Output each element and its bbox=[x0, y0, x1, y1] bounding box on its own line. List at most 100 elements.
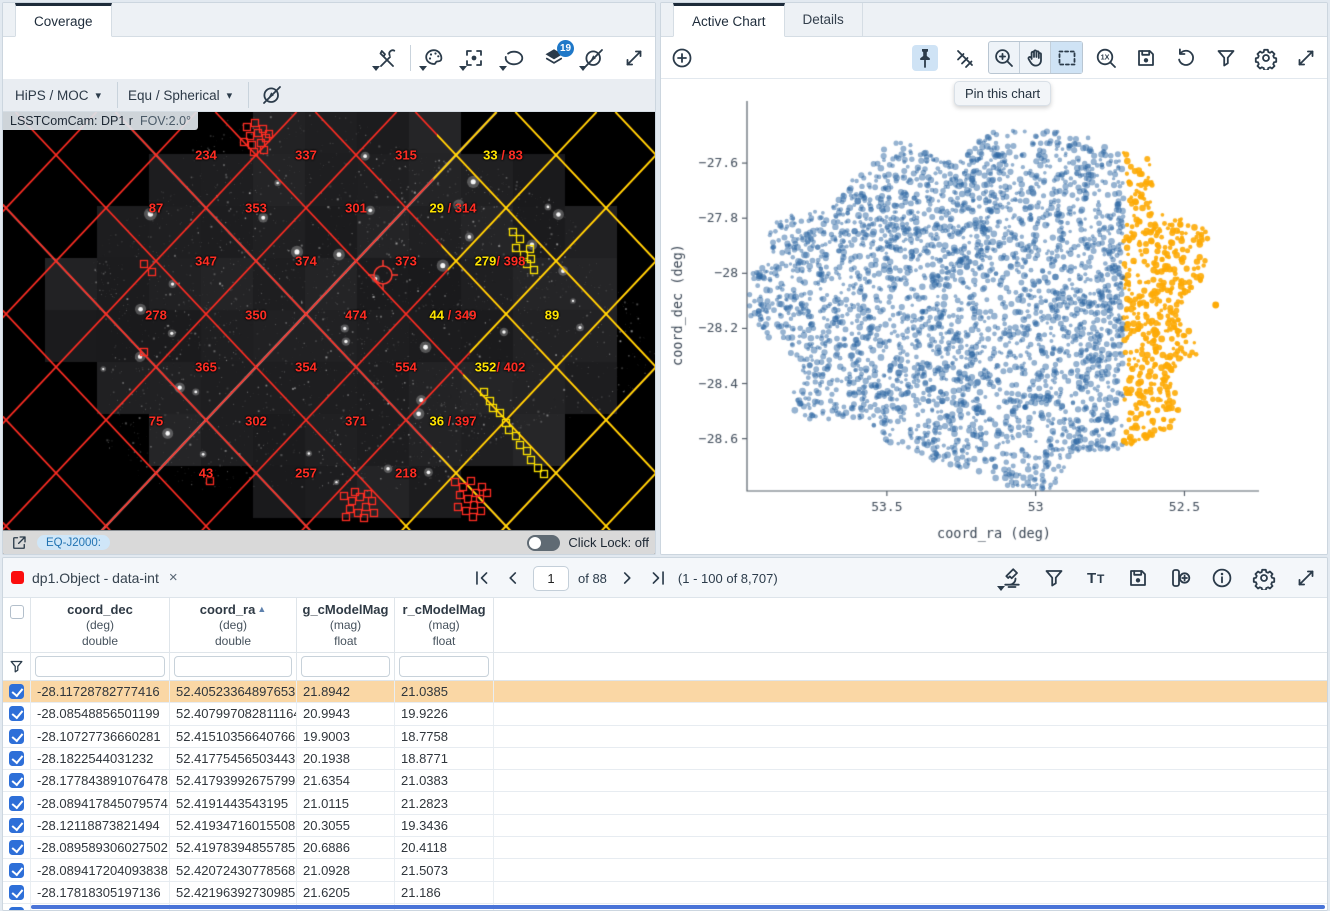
divider bbox=[410, 45, 411, 71]
cell-coord_dec: -28.08548856501199 bbox=[31, 703, 170, 724]
prev-page-icon[interactable] bbox=[502, 567, 524, 589]
column-header-g_cModelMag[interactable]: g_cModelMag(mag)float bbox=[297, 598, 395, 652]
chart-area[interactable] bbox=[661, 79, 1327, 554]
grid-off-icon[interactable] bbox=[259, 82, 285, 108]
page-count-label: of 88 bbox=[578, 571, 607, 586]
next-page-icon[interactable] bbox=[616, 567, 638, 589]
row-checkbox[interactable] bbox=[9, 751, 24, 766]
tab-active-chart[interactable]: Active Chart bbox=[673, 3, 785, 37]
cell-r_cModelMag: 18.7758 bbox=[395, 726, 494, 747]
add-column-icon[interactable] bbox=[1167, 565, 1193, 591]
pin-chart-icon[interactable] bbox=[912, 45, 938, 71]
cell-r_cModelMag: 21.0383 bbox=[395, 770, 494, 791]
cell-r_cModelMag: 20.4118 bbox=[395, 837, 494, 858]
row-checkbox[interactable] bbox=[9, 684, 24, 699]
row-checkbox[interactable] bbox=[9, 818, 24, 833]
filter-table-icon[interactable] bbox=[1041, 565, 1067, 591]
table-row[interactable]: -28.1781830519713652.4219639273098521.62… bbox=[3, 882, 1327, 904]
table-row[interactable]: -28.1172878277741652.4052336489765321.89… bbox=[3, 681, 1327, 703]
cell-coord_ra: 52.41934716015508 bbox=[170, 815, 297, 836]
filter-input-r_cModelMag[interactable] bbox=[399, 656, 489, 677]
save-table-icon[interactable] bbox=[1125, 565, 1151, 591]
filter-input-coord_ra[interactable] bbox=[174, 656, 292, 677]
table-hscrollbar[interactable] bbox=[31, 905, 1325, 909]
cell-r_cModelMag: 21.2823 bbox=[395, 792, 494, 813]
page-input[interactable] bbox=[533, 566, 569, 591]
close-table-icon[interactable]: × bbox=[169, 569, 178, 586]
row-checkbox[interactable] bbox=[9, 840, 24, 855]
cell-g_cModelMag: 20.1938 bbox=[297, 748, 395, 769]
last-page-icon[interactable] bbox=[647, 567, 669, 589]
filter-chart-icon[interactable] bbox=[1213, 45, 1239, 71]
column-header-coord_ra[interactable]: coord_ra▲(deg)double bbox=[170, 598, 297, 652]
sky-canvas[interactable] bbox=[3, 112, 655, 532]
table-row[interactable]: -28.182254403123252.41775456503443620.19… bbox=[3, 748, 1327, 770]
table-row[interactable]: -28.08941720409383852.4207243077856821.0… bbox=[3, 859, 1327, 881]
row-checkbox[interactable] bbox=[9, 796, 24, 811]
table-row[interactable]: -28.1211887382149452.4193471601550820.30… bbox=[3, 815, 1327, 837]
text-view-icon[interactable]: TT bbox=[1083, 565, 1109, 591]
table-panel: dp1.Object - data-int × of 88 (1 - 100 o… bbox=[2, 557, 1328, 911]
add-chart-icon[interactable] bbox=[669, 45, 695, 71]
column-header-coord_dec[interactable]: coord_dec(deg)double bbox=[31, 598, 170, 652]
chart-settings-icon[interactable] bbox=[1253, 45, 1279, 71]
chart-canvas[interactable] bbox=[661, 79, 1327, 554]
row-checkbox[interactable] bbox=[9, 907, 24, 910]
palette-icon[interactable] bbox=[421, 45, 447, 71]
row-checkbox[interactable] bbox=[9, 706, 24, 721]
select-all-checkbox[interactable] bbox=[10, 605, 24, 619]
svg-text:T: T bbox=[1097, 572, 1105, 586]
rect-select-icon[interactable] bbox=[1051, 42, 1082, 73]
click-lock-toggle[interactable] bbox=[527, 535, 560, 551]
expand-icon[interactable] bbox=[621, 45, 647, 71]
tools-icon[interactable] bbox=[374, 45, 400, 71]
select-area-icon[interactable] bbox=[501, 45, 527, 71]
row-checkbox[interactable] bbox=[9, 863, 24, 878]
table-row[interactable]: -28.08958930602750252.4197839485578520.6… bbox=[3, 837, 1327, 859]
image-status-bar: EQ-J2000: Click Lock: off bbox=[3, 530, 655, 554]
recenter-icon[interactable] bbox=[461, 45, 487, 71]
projection-dropdown[interactable]: Equ / Spherical ▾ bbox=[128, 88, 232, 103]
first-page-icon[interactable] bbox=[471, 567, 493, 589]
pagination: of 88 (1 - 100 of 8,707) bbox=[471, 558, 778, 598]
chevron-down-icon: ▾ bbox=[96, 89, 102, 102]
image-caption-text: LSSTComCam: DP1 r bbox=[10, 114, 133, 128]
row-checkbox[interactable] bbox=[9, 885, 24, 900]
pan-icon[interactable] bbox=[1020, 42, 1051, 73]
filter-input-coord_dec[interactable] bbox=[35, 656, 165, 677]
column-header-r_cModelMag[interactable]: r_cModelMag(mag)float bbox=[395, 598, 494, 652]
rotate-north-off-icon[interactable] bbox=[581, 45, 607, 71]
cell-coord_dec: -28.089589306027502 bbox=[31, 837, 170, 858]
save-chart-icon[interactable] bbox=[1133, 45, 1159, 71]
zoom-in-icon[interactable] bbox=[989, 42, 1020, 73]
hips-moc-dropdown[interactable]: HiPS / MOC ▾ bbox=[15, 88, 101, 103]
table-filter-row bbox=[3, 653, 1327, 681]
tab-coverage[interactable]: Coverage bbox=[15, 3, 112, 37]
table-tab[interactable]: dp1.Object - data-int × bbox=[3, 569, 188, 586]
expand-table-icon[interactable] bbox=[1293, 565, 1319, 591]
chart-off-icon[interactable] bbox=[952, 45, 978, 71]
layers-icon[interactable]: 19 bbox=[541, 45, 567, 71]
table-row[interactable]: -28.0854885650119952.40799708281116420.9… bbox=[3, 703, 1327, 725]
expand-chart-icon[interactable] bbox=[1293, 45, 1319, 71]
restore-chart-icon[interactable] bbox=[1173, 45, 1199, 71]
sky-image-viewer[interactable]: 23433731533 / 838735330129 / 31434737437… bbox=[3, 112, 655, 554]
table-row[interactable]: -28.08941784507957452.419144354319521.01… bbox=[3, 792, 1327, 814]
info-icon[interactable] bbox=[1209, 565, 1235, 591]
table-column-headers: coord_dec(deg)doublecoord_ra▲(deg)double… bbox=[3, 598, 1327, 653]
external-link-icon[interactable] bbox=[9, 533, 29, 553]
row-checkbox[interactable] bbox=[9, 773, 24, 788]
coverage-panel: Coverage 19 HiPS / MOC ▾ Equ / Spherical… bbox=[2, 2, 656, 555]
table-color-marker bbox=[11, 571, 24, 584]
table-row[interactable]: -28.17784389107647852.41793992675799521.… bbox=[3, 770, 1327, 792]
projection-label: Equ / Spherical bbox=[128, 88, 220, 103]
microscope-icon[interactable] bbox=[999, 565, 1025, 591]
zoom-original-icon[interactable]: 1X bbox=[1093, 45, 1119, 71]
tab-details[interactable]: Details bbox=[785, 3, 863, 36]
svg-text:T: T bbox=[1087, 570, 1096, 587]
filter-input-g_cModelMag[interactable] bbox=[301, 656, 390, 677]
table-settings-icon[interactable] bbox=[1251, 565, 1277, 591]
row-checkbox[interactable] bbox=[9, 729, 24, 744]
chart-panel: Active Chart Details 1X Pin this chart bbox=[660, 2, 1328, 555]
table-row[interactable]: -28.1072773666028152.4151035664076619.90… bbox=[3, 726, 1327, 748]
